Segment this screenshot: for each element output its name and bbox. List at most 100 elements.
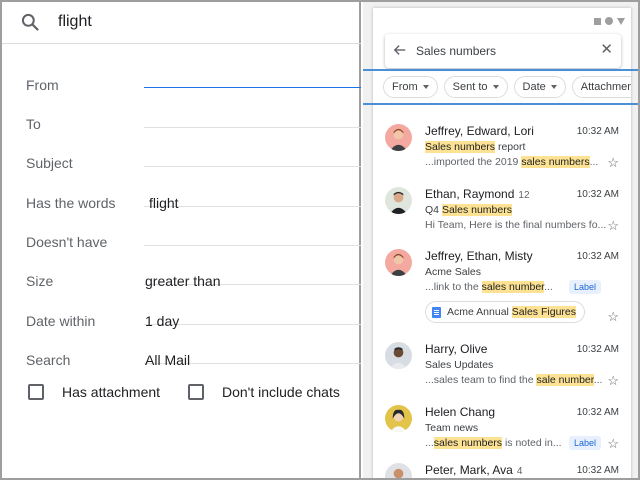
thread-count: 4 [516,466,523,477]
sender: Peter, Mark, Ava 4 [425,463,522,477]
star-icon[interactable]: ☆ [607,155,619,171]
document-icon [432,306,441,318]
subject-pre: Q4 [425,204,442,216]
snippet-highlight: sales numbers [433,437,503,449]
mobile-search-box[interactable]: Sales numbers ✕ [385,34,621,68]
search-icon[interactable] [20,12,40,32]
subject: Q4 Sales numbers [425,204,512,216]
snippet-highlight: sales number [481,281,545,293]
mobile-results-panel: Sales numbers ✕ From Sent to Date Attach… [363,2,638,478]
snippet-post: ... [544,281,553,293]
avatar [385,405,412,432]
has-attachment-label: Has attachment [62,384,161,400]
label-badge[interactable]: Label [568,436,601,450]
sender: Jeffrey, Edward, Lori [425,124,534,138]
snippet-post: is noted in... [502,437,562,449]
from-field[interactable] [144,66,361,88]
triangle-icon [617,17,625,25]
to-row: To [2,105,361,144]
attachment-chip[interactable]: Acme Annual Sales Figures [425,301,585,323]
screenshot-frame: flight From To Subject Has the words fli… [0,0,640,480]
search-scope-value[interactable]: All Mail [145,352,190,368]
sender-name: Ethan, Raymond [425,187,515,201]
caret-down-icon [492,85,499,89]
circle-icon [605,17,613,25]
label-badge[interactable]: Label [568,280,601,294]
from-row: From [2,66,361,105]
snippet: ...imported the 2019 sales numbers... [425,156,598,168]
avatar [385,124,412,151]
search-scope-label: Search [26,352,71,368]
timestamp: 10:32 AM [576,407,619,418]
chip-sent-to[interactable]: Sent to [443,76,508,98]
date-within-row: Date within 1 day [2,302,361,341]
to-field[interactable] [144,105,361,128]
sender: Jeffrey, Ethan, Misty [425,249,533,263]
snippet: ...sales team to find the sale number... [425,374,602,386]
size-value[interactable]: greater than [145,273,221,289]
close-icon[interactable]: ✕ [600,42,613,58]
chip-label: Attachment [580,81,631,93]
mobile-search-text[interactable]: Sales numbers [416,44,496,58]
avatar [385,187,412,214]
checkbox-box[interactable] [28,384,44,400]
exclude-chats-checkbox[interactable]: Don't include chats [188,384,340,400]
snippet-post: ... [589,156,599,168]
date-within-value[interactable]: 1 day [145,313,179,329]
doesnt-have-row: Doesn't have [2,223,361,262]
snippet-pre: ...link to the [425,281,482,293]
star-icon[interactable]: ☆ [607,218,619,234]
subject: Sales Updates [425,359,494,371]
snippet-highlight: sale number [536,374,594,386]
doesnt-have-label: Doesn't have [26,234,108,250]
search-bar[interactable]: flight [2,2,361,44]
chip-attachment[interactable]: Attachment [571,76,631,98]
sender: Ethan, Raymond 12 [425,187,530,201]
attachment-name: Acme Annual Sales Figures [447,306,576,318]
subject: Sales numbers report [425,141,525,153]
snippet: Hi Team, Here is the final numbers fo... [425,219,607,231]
snippet-pre: ... [425,437,434,449]
square-icon [594,17,601,25]
date-within-label: Date within [26,313,96,329]
caret-down-icon [422,85,429,89]
has-words-label: Has the words [26,195,116,211]
exclude-chats-label: Don't include chats [222,384,340,400]
sender: Helen Chang [425,405,496,419]
star-icon[interactable]: ☆ [607,436,619,452]
chip-from[interactable]: From [383,76,438,98]
sender: Harry, Olive [425,342,488,356]
phone-screen: Sales numbers ✕ From Sent to Date Attach… [373,8,631,478]
checkbox-box[interactable] [188,384,204,400]
search-query[interactable]: flight [58,13,92,31]
chip-label: Sent to [452,81,488,93]
snippet-post: ... [593,374,603,386]
avatar [385,249,412,276]
status-bar [594,17,625,25]
subject-rest: report [495,141,526,153]
subject-field[interactable] [144,144,361,167]
has-attachment-checkbox[interactable]: Has attachment [28,384,160,400]
avatar [385,463,412,478]
star-icon[interactable]: ☆ [607,309,619,325]
back-arrow-icon[interactable] [393,43,407,57]
attachment-highlight: Sales Figures [511,306,576,318]
chip-date[interactable]: Date [513,76,566,98]
snippet-pre: ...sales team to find the [425,374,537,386]
chip-label: Date [522,81,546,93]
thread-count: 12 [518,190,530,201]
chip-label: From [392,81,418,93]
advanced-search-panel: flight From To Subject Has the words fli… [2,2,361,478]
star-icon[interactable]: ☆ [607,373,619,389]
has-words-value[interactable]: flight [149,195,179,211]
doesnt-have-field[interactable] [144,223,361,246]
subject: Acme Sales [425,266,482,278]
attachment-pre: Acme Annual [447,306,512,318]
caret-down-icon [550,85,557,89]
size-row: Size greater than [2,262,361,301]
snippet: ...link to the sales number... [425,281,553,293]
search-scope-row: Search All Mail [2,341,361,380]
size-label: Size [26,273,54,289]
timestamp: 10:32 AM [576,126,619,137]
snippet: ...sales numbers is noted in... [425,437,562,449]
